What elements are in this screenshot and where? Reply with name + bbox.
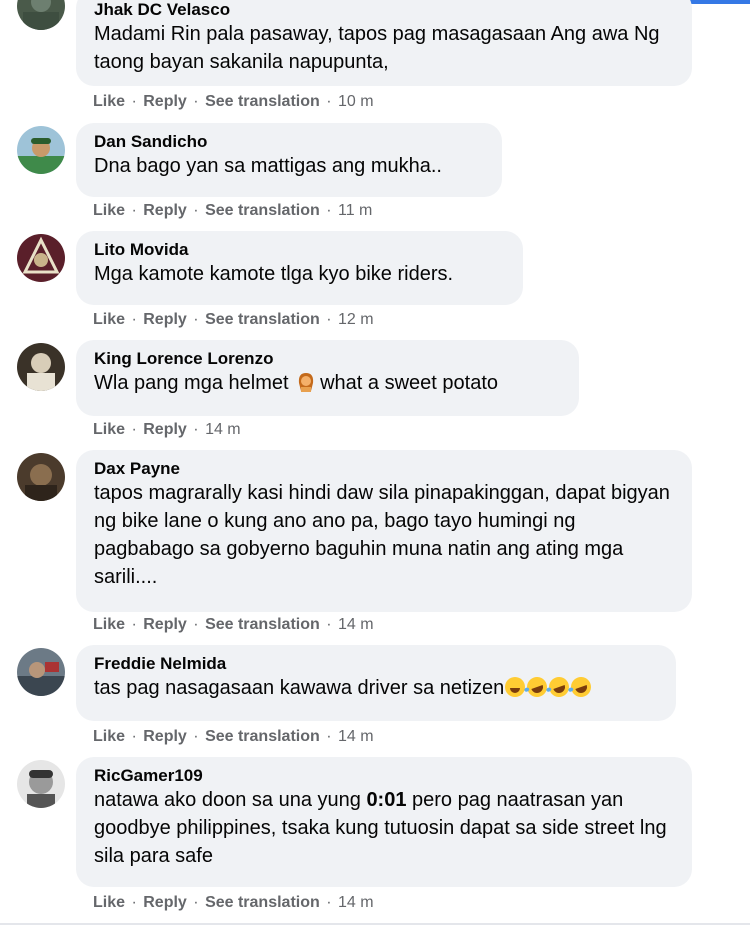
comment-text: tas pag nasagasaan kawawa driver sa neti… (94, 674, 658, 702)
like-button[interactable]: Like (93, 728, 125, 745)
comment-actions: Like · Reply · See translation · 12 m (93, 311, 374, 328)
comment-actions: Like · Reply · See translation · 11 m (93, 202, 373, 219)
reply-button[interactable]: Reply (143, 894, 187, 911)
rofl-emoji (524, 674, 551, 700)
comment-actions: Like · Reply · See translation · 14 m (93, 728, 374, 745)
see-translation-button[interactable]: See translation (205, 202, 320, 219)
comment-timestamp[interactable]: 11 m (338, 202, 372, 219)
comment-actions: Like · Reply · 14 m (93, 421, 241, 438)
like-button[interactable]: Like (93, 202, 125, 219)
comment-text: tapos magrarally kasi hindi daw sila pin… (94, 482, 670, 588)
reply-button[interactable]: Reply (143, 311, 187, 328)
comment-author[interactable]: Lito Movida (94, 239, 505, 260)
comment-text: Madami Rin pala pasaway, tapos pag masag… (94, 23, 660, 73)
comment-author[interactable]: Dax Payne (94, 458, 674, 479)
comment-actions: Like · Reply · See translation · 14 m (93, 616, 374, 633)
comment-text: Wla pang mga helmet what a sweet potato (94, 371, 498, 394)
reply-button[interactable]: Reply (143, 93, 187, 110)
comment-actions: Like · Reply · See translation · 14 m (93, 894, 374, 911)
reply-button[interactable]: Reply (143, 728, 187, 745)
comment-text: Dna bago yan sa mattigas ang mukha.. (94, 155, 442, 177)
comment-text: Mga kamote kamote tlga kyo bike riders. (94, 263, 454, 285)
comment-timestamp[interactable]: 14 m (205, 421, 241, 438)
see-translation-button[interactable]: See translation (205, 311, 320, 328)
rofl-emoji (546, 674, 573, 700)
comment-timestamp[interactable]: 14 m (338, 894, 374, 911)
timestamp-link[interactable]: 0:01 (366, 789, 406, 811)
reply-button[interactable]: Reply (143, 202, 187, 219)
comment-author[interactable]: Jhak DC Velasco (94, 0, 674, 20)
avatar[interactable] (17, 648, 65, 696)
person-shrugging-emoji (296, 371, 316, 393)
like-button[interactable]: Like (93, 93, 125, 110)
avatar[interactable] (17, 760, 65, 808)
comment-author[interactable]: Freddie Nelmida (94, 653, 658, 674)
like-button[interactable]: Like (93, 311, 125, 328)
rofl-emoji (568, 674, 595, 700)
comment-author[interactable]: RicGamer109 (94, 765, 674, 786)
avatar[interactable] (17, 0, 65, 30)
avatar[interactable] (17, 453, 65, 501)
comment-actions: Like · Reply · See translation · 10 m (93, 93, 374, 110)
like-button[interactable]: Like (93, 421, 125, 438)
like-button[interactable]: Like (93, 894, 125, 911)
see-translation-button[interactable]: See translation (205, 728, 320, 745)
see-translation-button[interactable]: See translation (205, 894, 320, 911)
see-translation-button[interactable]: See translation (205, 616, 320, 633)
reply-button[interactable]: Reply (143, 616, 187, 633)
comment-timestamp[interactable]: 14 m (338, 616, 374, 633)
comment-author[interactable]: King Lorence Lorenzo (94, 348, 561, 369)
comment-timestamp[interactable]: 10 m (338, 93, 374, 110)
grinning-sweat-emoji (505, 677, 526, 697)
comment-text: natawa ako doon sa una yung 0:01 pero pa… (94, 789, 667, 867)
comment-timestamp[interactable]: 14 m (338, 728, 374, 745)
avatar[interactable] (17, 343, 65, 391)
avatar[interactable] (17, 126, 65, 174)
reply-button[interactable]: Reply (143, 421, 187, 438)
comment-author[interactable]: Dan Sandicho (94, 131, 484, 152)
comment-timestamp[interactable]: 12 m (338, 311, 374, 328)
avatar[interactable] (17, 234, 65, 282)
see-translation-button[interactable]: See translation (205, 93, 320, 110)
like-button[interactable]: Like (93, 616, 125, 633)
